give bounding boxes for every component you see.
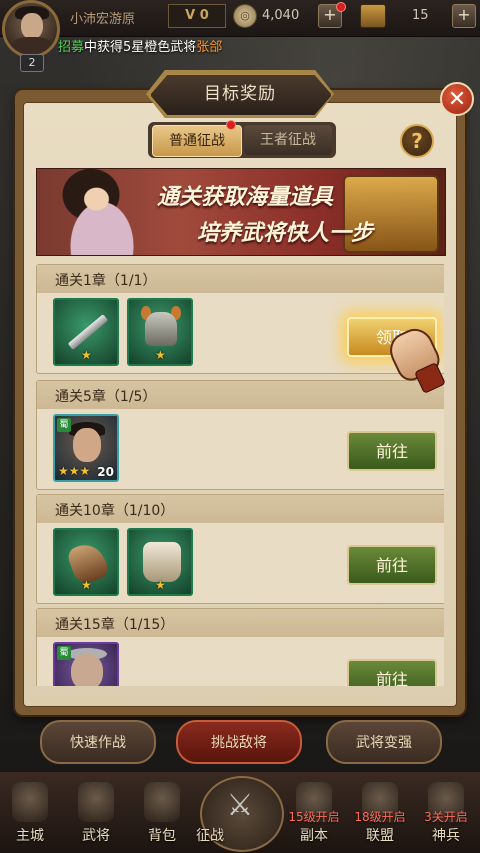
coin-amount: 4,040 <box>262 8 300 23</box>
help-button[interactable]: ? <box>400 124 434 158</box>
reward-title: 通关15章（1/15） <box>55 617 175 633</box>
go-button[interactable]: 前往 <box>347 431 437 471</box>
promo-banner: 通关获取海量道具 培养武将快人一步 <box>36 168 446 256</box>
top-bar: 小沛宏游原 V 0 ◎ 4,040 + 15 + <box>0 0 480 58</box>
hero-portrait-icon <box>71 654 103 686</box>
tab-notification-dot <box>226 120 236 130</box>
nav-generals[interactable]: 武将 <box>66 772 126 853</box>
armor-icon <box>143 542 181 582</box>
tab-normal-campaign[interactable]: 普通征战 <box>152 125 242 157</box>
generals-icon <box>78 782 114 822</box>
notification-dot <box>336 2 346 12</box>
reward-list[interactable]: 通关1章（1/1） ★ ★ 领取 通关5章（1/5） 蜀 ★★★ 20 前往 通… <box>36 264 444 686</box>
reward-card: 通关10章（1/10） ★ ★ 前往 <box>36 494 444 604</box>
player-level: 2 <box>20 54 44 72</box>
player-name: 小沛宏游原 <box>70 12 136 27</box>
city-icon <box>12 782 48 822</box>
strengthen-general-button[interactable]: 武将变强 <box>326 720 442 764</box>
chest-icon <box>360 4 386 28</box>
crossed-swords-icon: ⚔ <box>226 788 254 823</box>
quick-battle-button[interactable]: 快速作战 <box>40 720 156 764</box>
reward-title: 通关1章（1/1） <box>55 273 157 289</box>
go-button[interactable]: 前往 <box>347 659 437 686</box>
helmet-icon <box>145 312 177 346</box>
sword-item[interactable]: ★ <box>53 298 119 366</box>
reward-title: 通关5章（1/5） <box>55 389 157 405</box>
reward-title: 通关10章（1/10） <box>55 503 175 519</box>
banner-character <box>47 169 157 255</box>
reward-card: 通关1章（1/1） ★ ★ 领取 <box>36 264 444 374</box>
add-resource-button[interactable]: + <box>452 4 476 28</box>
nav-bag[interactable]: 背包 <box>132 772 192 853</box>
hero-item[interactable]: 蜀 ★★★ 20 <box>53 414 119 482</box>
nav-divine-weapon[interactable]: 3关开启 神兵 <box>416 772 476 853</box>
nav-alliance[interactable]: 18级开启 联盟 <box>350 772 410 853</box>
player-avatar[interactable] <box>2 0 60 58</box>
tab-king-campaign[interactable]: 王者征战 <box>244 125 332 155</box>
challenge-general-button[interactable]: 挑战敌将 <box>176 720 302 764</box>
resource-amount: 15 <box>412 8 429 23</box>
helmet-item[interactable]: ★ <box>127 298 193 366</box>
nav-campaign[interactable]: ⚔ 征战 <box>196 772 284 853</box>
close-button[interactable]: ✕ <box>440 82 474 116</box>
reward-card: 通关15章（1/15） 蜀 前往 <box>36 608 444 686</box>
armor-item[interactable]: ★ <box>127 528 193 596</box>
bag-icon <box>144 782 180 822</box>
reward-card: 通关5章（1/5） 蜀 ★★★ 20 前往 <box>36 380 444 490</box>
hero-portrait-icon <box>73 428 101 462</box>
hero-item[interactable]: 蜀 <box>53 642 119 686</box>
panel-title: 目标奖励 <box>204 84 276 104</box>
coin-icon: ◎ <box>233 4 257 28</box>
banner-line-1: 通关获取海量道具 <box>157 185 334 210</box>
news-ticker: 招募中获得5星橙色武将张郃 <box>58 40 223 55</box>
go-button[interactable]: 前往 <box>347 545 437 585</box>
vip-badge[interactable]: V 0 <box>168 4 226 28</box>
banner-line-2: 培养武将快人一步 <box>197 221 374 246</box>
glove-item[interactable]: ★ <box>53 528 119 596</box>
sword-icon <box>67 314 109 350</box>
nav-dungeon[interactable]: 15级开启 副本 <box>284 772 344 853</box>
nav-city[interactable]: 主城 <box>0 772 60 853</box>
